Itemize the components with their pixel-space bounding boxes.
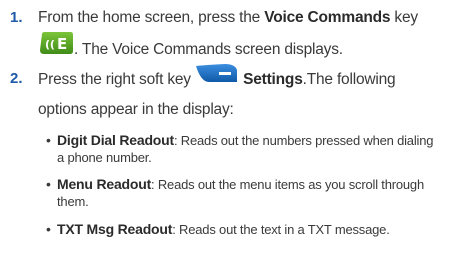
option-desc: : Reads out the menu items as you scroll… bbox=[151, 177, 424, 192]
manual-page: 1. From the home screen, press the Voice… bbox=[0, 0, 473, 258]
step-line-1: Press the right soft key Settings.The fo… bbox=[38, 64, 468, 96]
option-desc: : Reads out the numbers pressed when dia… bbox=[173, 133, 434, 148]
step-text-c: options appear in the display: bbox=[38, 101, 234, 118]
bullet-icon: • bbox=[46, 176, 51, 192]
option-line-1: Digit Dial Readout: Reads out the number… bbox=[57, 132, 465, 149]
step-line-1: From the home screen, press the Voice Co… bbox=[38, 4, 468, 32]
step-text: From the home screen, press the Voice Co… bbox=[38, 4, 468, 68]
settings-label: Settings bbox=[243, 71, 303, 89]
option-text: Digit Dial Readout: Reads out the number… bbox=[57, 132, 465, 166]
step-text-a: Press the right soft key bbox=[38, 71, 195, 89]
option-line-2: a phone number. bbox=[57, 150, 152, 165]
step-text-a: From the home screen, press the bbox=[38, 9, 265, 26]
bullet-icon: • bbox=[46, 132, 51, 148]
option-title: Digit Dial Readout bbox=[57, 132, 174, 148]
voice-commands-label: Voice Commands bbox=[264, 9, 391, 26]
step-text: Press the right soft key Settings.The fo… bbox=[38, 64, 468, 124]
option-text: Menu Readout: Reads out the menu items a… bbox=[57, 176, 465, 210]
step-line-2: (( E . The Voice Commands screen display… bbox=[38, 32, 468, 68]
option-text: TXT Msg Readout: Reads out the text in a… bbox=[57, 221, 465, 238]
step-text-b: key bbox=[390, 9, 418, 26]
svg-text:E: E bbox=[57, 35, 67, 53]
bullet-icon: • bbox=[46, 221, 51, 237]
step-text-b: .The following bbox=[302, 71, 396, 89]
option-line-1: Menu Readout: Reads out the menu items a… bbox=[57, 176, 465, 193]
option-line-2: them. bbox=[57, 194, 89, 209]
step-line-2: options appear in the display: bbox=[38, 96, 468, 124]
voice-commands-key-icon: (( E bbox=[38, 30, 74, 66]
option-title: Menu Readout bbox=[57, 176, 152, 192]
step-text-c: . The Voice Commands screen displays. bbox=[74, 41, 343, 59]
step-number: 2. bbox=[10, 70, 23, 87]
option-line-1: TXT Msg Readout: Reads out the text in a… bbox=[57, 221, 465, 238]
step-number: 1. bbox=[10, 9, 23, 26]
svg-text:((: (( bbox=[45, 38, 55, 51]
right-soft-key-icon bbox=[195, 62, 239, 94]
option-desc: : Reads out the text in a TXT message. bbox=[172, 222, 390, 237]
option-title: TXT Msg Readout bbox=[57, 221, 173, 237]
